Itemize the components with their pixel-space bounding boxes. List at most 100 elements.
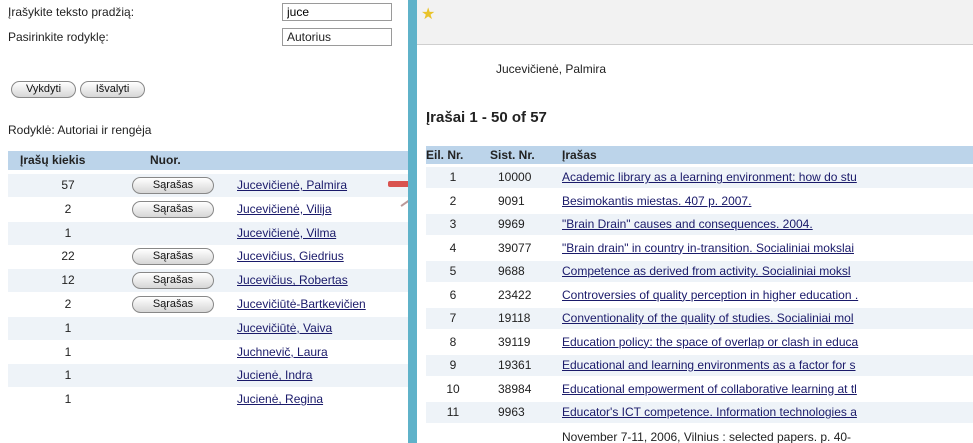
record-title-link[interactable]: Conventionality of the quality of studie…: [562, 311, 854, 325]
system-number: 9969: [498, 217, 525, 231]
record-title-link[interactable]: "Brain drain" in country in-transition. …: [562, 241, 854, 255]
system-number: 19118: [498, 311, 531, 325]
results-author: Jucevičienė, Palmira: [496, 62, 607, 76]
row-number: 5: [449, 264, 457, 278]
record-count: 2: [64, 201, 72, 216]
record-title-link[interactable]: "Brain Drain" causes and consequences. 2…: [562, 217, 813, 231]
row-number: 9: [449, 358, 457, 372]
results-table-row: 11 9963 Educator's ICT competence. Informa…: [426, 402, 973, 423]
header-count: Įrašų kiekis: [20, 153, 86, 167]
index-table-row: 1 Juchnevič, Laura: [8, 341, 408, 364]
results-table-header: Eil. Nr. Sist. Nr. Įrašas: [426, 146, 973, 164]
index-table-row: 2 Sąrašas Jucevičiūtė-Bartkevičien: [8, 293, 408, 316]
system-number: 9091: [498, 193, 525, 208]
results-table-row: 5 9688 Competence as derived from activity…: [426, 261, 973, 282]
index-table-row: 1 Jucienė, Indra: [8, 364, 408, 388]
results-table-row: 9 19361 Educational and learning environme…: [426, 355, 973, 376]
system-number: 9963: [498, 405, 525, 419]
header-row-number: Eil. Nr.: [426, 148, 464, 162]
results-table-row: 2 9091 Besimokantis miestas. 407 p. 2007.: [426, 191, 973, 212]
author-link[interactable]: Jucevičienė, Vilija: [237, 202, 332, 216]
header-record: Įrašas: [562, 148, 597, 162]
index-table-row: 22 Sąrašas Jucevičius, Giedrius: [8, 245, 408, 268]
system-number: 39119: [498, 334, 531, 349]
row-number: 1: [449, 170, 457, 184]
record-title-link[interactable]: Educator's ICT competence. Information t…: [562, 405, 857, 419]
index-table-row: 12 Sąrašas Jucevičius, Robertas: [8, 269, 408, 293]
row-number: 10: [446, 381, 460, 396]
results-toolbar: ★: [417, 0, 973, 45]
record-continuation: November 7-11, 2006, Vilnius : selected …: [562, 430, 852, 443]
header-ref: Nuor.: [150, 153, 181, 167]
list-button[interactable]: Sąrašas: [132, 272, 214, 290]
record-title-link[interactable]: Academic library as a learning environme…: [562, 170, 857, 184]
results-table-row: 3 9969 "Brain Drain" causes and consequenc…: [426, 214, 973, 235]
system-number: 19361: [498, 358, 532, 372]
record-title-link[interactable]: Controversies of quality perception in h…: [562, 288, 858, 302]
list-button[interactable]: Sąrašas: [132, 296, 214, 313]
record-count: 57: [61, 178, 75, 192]
author-link[interactable]: Juchnevič, Laura: [237, 345, 328, 359]
index-caption: Rodyklė: Autoriai ir rengėja: [8, 123, 152, 137]
index-select[interactable]: Autorius: [282, 28, 392, 46]
list-button[interactable]: Sąrašas: [132, 200, 214, 218]
favorite-star-icon[interactable]: ★: [421, 4, 435, 24]
index-table-row: 1 Jucevičiūtė, Vaiva: [8, 316, 408, 340]
author-link[interactable]: Jucienė, Indra: [237, 368, 312, 382]
row-number: 2: [449, 193, 457, 208]
record-title-link[interactable]: Besimokantis miestas. 407 p. 2007.: [562, 194, 751, 208]
start-text-label: Įrašykite teksto pradžią:: [8, 5, 135, 19]
results-table-row: 10 38984 Educational empowerment of collab…: [426, 379, 973, 400]
index-table-row: 57 Sąrašas Jucevičienė, Palmira: [8, 174, 408, 197]
clear-button[interactable]: Išvalyti: [80, 81, 145, 98]
system-number: 39077: [498, 240, 532, 255]
author-link[interactable]: Jucevičiūtė-Bartkevičien: [237, 297, 366, 311]
record-count: 1: [64, 225, 72, 240]
index-panel: Įrašykite teksto pradžią: Pasirinkite ro…: [0, 0, 428, 443]
index-select-label: Pasirinkite rodyklę:: [8, 30, 109, 44]
record-count: 1: [64, 320, 72, 335]
record-count: 1: [64, 368, 72, 383]
list-button[interactable]: Sąrašas: [132, 248, 214, 266]
results-range-title: Įrašai 1 - 50 of 57: [426, 109, 547, 126]
system-number: 9688: [498, 264, 525, 278]
record-count: 2: [64, 297, 72, 311]
author-link[interactable]: Jucevičienė, Vilma: [237, 226, 336, 240]
author-link[interactable]: Jucevičius, Robertas: [237, 273, 348, 287]
list-button[interactable]: Sąrašas: [132, 177, 214, 194]
row-number: 6: [449, 287, 457, 302]
header-system-number: Sist. Nr.: [490, 148, 535, 162]
row-number: 7: [449, 311, 457, 325]
record-title-link[interactable]: Competence as derived from activity. Soc…: [562, 264, 851, 278]
author-link[interactable]: Jucevičius, Giedrius: [237, 249, 344, 263]
index-table-row: 2 Sąrašas Jucevičienė, Vilija: [8, 198, 408, 221]
record-count: 1: [64, 392, 72, 407]
record-title-link[interactable]: Educational empowerment of collaborative…: [562, 382, 857, 396]
frame-divider[interactable]: [408, 0, 417, 443]
results-table-row: 7 19118 Conventionality of the quality of …: [426, 308, 973, 329]
system-number: 38984: [498, 381, 532, 396]
results-table-row: 8 39119 Education policy: the space of ove…: [426, 332, 973, 353]
author-link[interactable]: Jucevičiūtė, Vaiva: [237, 321, 332, 335]
record-count: 12: [61, 273, 75, 288]
record-count: 1: [64, 344, 72, 359]
row-number: 4: [449, 240, 457, 255]
author-link[interactable]: Jucevičienė, Palmira: [237, 178, 347, 192]
record-title-link[interactable]: Educational and learning environments as…: [562, 358, 856, 372]
author-link[interactable]: Jucienė, Regina: [237, 392, 323, 406]
row-number: 3: [449, 217, 457, 231]
results-table-row: 1 10000 Academic library as a learning env…: [426, 167, 973, 188]
system-number: 23422: [498, 287, 532, 302]
record-title-link[interactable]: Education policy: the space of overlap o…: [562, 335, 858, 349]
results-table-row: 6 23422 Controversies of quality perceptio…: [426, 285, 973, 306]
index-table-header: Įrašų kiekis Nuor.: [8, 151, 408, 170]
execute-button[interactable]: Vykdyti: [11, 81, 76, 98]
index-table-row: 1 Jucevičienė, Vilma: [8, 221, 408, 245]
start-text-input[interactable]: [282, 3, 392, 21]
row-number: 11: [446, 405, 460, 419]
index-table-row: 1 Jucienė, Regina: [8, 388, 408, 411]
system-number: 10000: [498, 170, 532, 184]
results-table-row: 4 39077 "Brain drain" in country in-transi…: [426, 238, 973, 259]
record-count: 22: [61, 249, 75, 264]
row-number: 8: [449, 334, 457, 349]
